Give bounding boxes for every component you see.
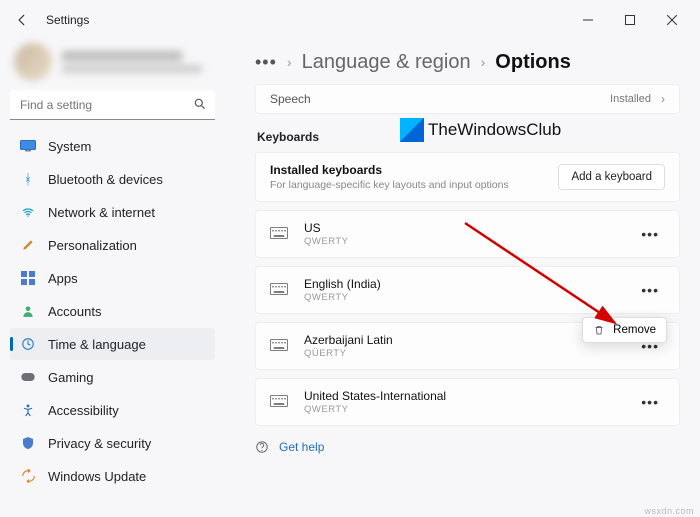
- sidebar-item-label: Accessibility: [48, 403, 119, 418]
- sidebar-item-gaming[interactable]: Gaming: [10, 361, 215, 393]
- sidebar-item-label: Privacy & security: [48, 436, 151, 451]
- keyboards-heading: Keyboards: [257, 130, 680, 144]
- sidebar-item-label: Bluetooth & devices: [48, 172, 163, 187]
- clock-globe-icon: [20, 336, 36, 352]
- more-button[interactable]: •••: [635, 390, 665, 414]
- keyboard-icon: [270, 339, 288, 353]
- search-icon: [193, 97, 207, 111]
- shield-icon: [20, 435, 36, 451]
- sidebar-item-label: System: [48, 139, 91, 154]
- breadcrumb-parent[interactable]: Language & region: [302, 51, 471, 74]
- titlebar: Settings: [0, 0, 700, 40]
- close-icon: [667, 15, 677, 25]
- keyboard-icon: [270, 395, 288, 409]
- sidebar-item-label: Time & language: [48, 337, 146, 352]
- apps-icon: [20, 270, 36, 286]
- keyboard-icon: [270, 227, 288, 241]
- more-button[interactable]: •••: [635, 222, 665, 246]
- keyboard-name: US: [304, 221, 349, 235]
- sidebar-item-time-language[interactable]: Time & language: [10, 328, 215, 360]
- add-keyboard-button[interactable]: Add a keyboard: [558, 164, 665, 190]
- context-menu: Remove: [582, 317, 667, 343]
- sidebar-item-accessibility[interactable]: Accessibility: [10, 394, 215, 426]
- keyboard-row-us-intl[interactable]: United States-InternationalQWERTY •••: [255, 378, 680, 426]
- system-icon: [20, 138, 36, 154]
- sidebar-item-bluetooth[interactable]: ᚼ Bluetooth & devices: [10, 163, 215, 195]
- maximize-button[interactable]: [610, 6, 650, 34]
- sidebar-item-label: Accounts: [48, 304, 101, 319]
- person-icon: [20, 303, 36, 319]
- sidebar-item-system[interactable]: System: [10, 130, 215, 162]
- breadcrumb-current: Options: [495, 51, 571, 74]
- arrow-left-icon: [15, 13, 29, 27]
- keyboard-name: United States-International: [304, 389, 446, 403]
- search-box: [10, 90, 215, 120]
- main-content: ••• › Language & region › Options Speech…: [225, 40, 700, 517]
- get-help-link[interactable]: Get help: [255, 440, 680, 454]
- profile-block[interactable]: [10, 40, 215, 84]
- sidebar-item-privacy[interactable]: Privacy & security: [10, 427, 215, 459]
- chevron-right-icon: ›: [661, 92, 665, 106]
- minimize-button[interactable]: [568, 6, 608, 34]
- maximize-icon: [625, 15, 635, 25]
- keyboard-name: English (India): [304, 277, 381, 291]
- brush-icon: [20, 237, 36, 253]
- keyboard-layout: QÜERTY: [304, 348, 393, 359]
- nav-list: System ᚼ Bluetooth & devices Network & in…: [10, 130, 215, 492]
- keyboard-row-english-india[interactable]: English (India)QWERTY •••: [255, 266, 680, 314]
- keyboard-layout: QWERTY: [304, 404, 446, 415]
- search-input[interactable]: [10, 90, 215, 120]
- avatar: [14, 43, 52, 81]
- wifi-icon: [20, 204, 36, 220]
- keyboard-name: Azerbaijani Latin: [304, 333, 393, 347]
- sidebar-item-update[interactable]: Windows Update: [10, 460, 215, 492]
- help-label: Get help: [279, 440, 324, 454]
- chevron-right-icon: ›: [287, 54, 292, 70]
- installed-subtitle: For language-specific key layouts and in…: [270, 179, 509, 191]
- more-button[interactable]: •••: [635, 278, 665, 302]
- sidebar-item-apps[interactable]: Apps: [10, 262, 215, 294]
- speech-status: Installed: [610, 93, 651, 105]
- keyboard-icon: [270, 283, 288, 297]
- update-icon: [20, 468, 36, 484]
- sidebar: System ᚼ Bluetooth & devices Network & in…: [0, 40, 225, 517]
- help-icon: [255, 440, 269, 454]
- keyboard-row-azerbaijani[interactable]: Azerbaijani LatinQÜERTY ••• Remove: [255, 322, 680, 370]
- minimize-icon: [583, 15, 593, 25]
- sidebar-item-personalization[interactable]: Personalization: [10, 229, 215, 261]
- sidebar-item-label: Network & internet: [48, 205, 155, 220]
- sidebar-item-label: Apps: [48, 271, 78, 286]
- sidebar-item-accounts[interactable]: Accounts: [10, 295, 215, 327]
- installed-keyboards-header: Installed keyboards For language-specifi…: [255, 152, 680, 202]
- installed-title: Installed keyboards: [270, 163, 509, 177]
- bluetooth-icon: ᚼ: [20, 171, 36, 187]
- trash-icon: [593, 324, 605, 336]
- speech-row[interactable]: Speech Installed ›: [255, 84, 680, 114]
- accessibility-icon: [20, 402, 36, 418]
- breadcrumb: ••• › Language & region › Options: [255, 40, 680, 84]
- keyboard-row-us[interactable]: USQWERTY •••: [255, 210, 680, 258]
- footer-watermark: wsxdn.com: [644, 506, 694, 516]
- window-title: Settings: [46, 13, 89, 27]
- close-button[interactable]: [652, 6, 692, 34]
- keyboard-layout: QWERTY: [304, 292, 381, 303]
- chevron-right-icon: ›: [481, 54, 486, 70]
- speech-label: Speech: [270, 92, 311, 106]
- remove-menu-item[interactable]: Remove: [613, 324, 656, 336]
- sidebar-item-label: Personalization: [48, 238, 137, 253]
- sidebar-item-label: Gaming: [48, 370, 94, 385]
- back-button[interactable]: [8, 6, 36, 34]
- window-controls: [568, 6, 692, 34]
- sidebar-item-network[interactable]: Network & internet: [10, 196, 215, 228]
- sidebar-item-label: Windows Update: [48, 469, 146, 484]
- keyboard-layout: QWERTY: [304, 236, 349, 247]
- gamepad-icon: [20, 369, 36, 385]
- breadcrumb-overflow[interactable]: •••: [255, 52, 277, 73]
